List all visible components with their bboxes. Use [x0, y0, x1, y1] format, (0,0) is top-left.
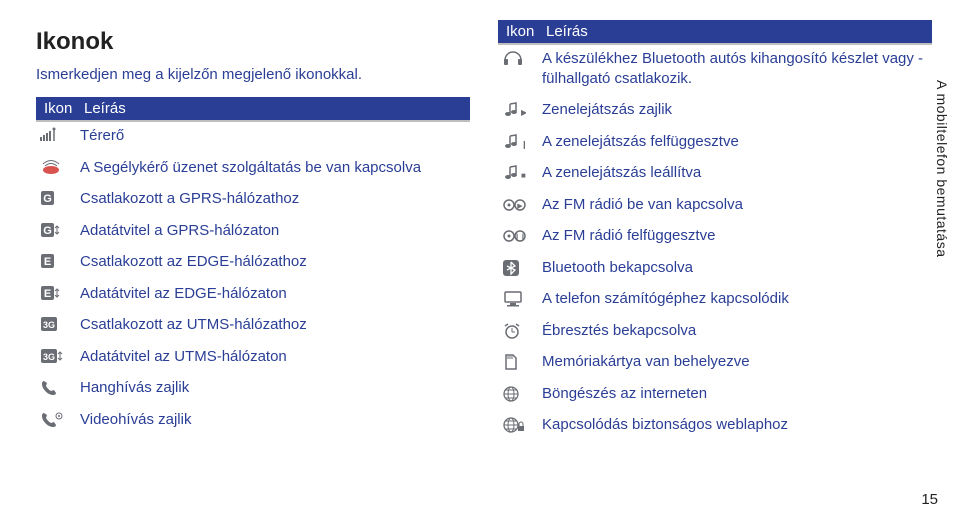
table-row: Memóriakártya van behelyezve: [498, 346, 932, 378]
G-icon: G: [40, 189, 80, 206]
alarm-icon: [502, 321, 542, 340]
call-icon: [40, 378, 80, 397]
row-description: Zenelejátszás zajlik: [542, 100, 928, 120]
svg-text:❙❙: ❙❙: [514, 233, 526, 241]
row-description: Az FM rádió be van kapcsolva: [542, 195, 928, 215]
row-description: Ébresztés bekapcsolva: [542, 321, 928, 341]
table-header-right: Ikon Leírás: [498, 20, 932, 43]
table-row: E Adatátvitel az EDGE-hálózaton: [36, 278, 470, 310]
table-row: Videohívás zajlik: [36, 404, 470, 436]
row-description: Térerő: [80, 126, 466, 146]
table-row: G Adatátvitel a GPRS-hálózaton: [36, 215, 470, 247]
intro-text: Ismerkedjen meg a kijelzőn megjelenő iko…: [36, 66, 470, 83]
mstop-icon: ■: [502, 163, 542, 182]
fmp-icon: ❙❙: [502, 226, 542, 245]
table-row: A Segélykérő üzenet szolgáltatás be van …: [36, 152, 470, 184]
svg-text:■: ■: [521, 171, 526, 180]
svg-text:G: G: [43, 193, 52, 205]
row-description: A zenelejátszás leállítva: [542, 163, 928, 183]
mpause-icon: ❙❙: [502, 132, 542, 151]
row-description: Hanghívás zajlik: [80, 378, 466, 398]
row-description: Böngészés az interneten: [542, 384, 928, 404]
row-description: A Segélykérő üzenet szolgáltatás be van …: [80, 158, 466, 178]
table-row: Bluetooth bekapcsolva: [498, 252, 932, 284]
table-row: 3G Adatátvitel az UTMS-hálózaton: [36, 341, 470, 373]
signal-icon: [40, 126, 80, 143]
header-icon: Ikon: [506, 23, 546, 40]
table-row: G Csatlakozott a GPRS-hálózathoz: [36, 183, 470, 215]
table-row: E Csatlakozott az EDGE-hálózathoz: [36, 246, 470, 278]
svg-text:▶: ▶: [517, 203, 523, 210]
globe-icon: [502, 384, 542, 403]
row-description: Csatlakozott az UTMS-hálózathoz: [80, 315, 466, 335]
header-icon: Ikon: [44, 100, 84, 117]
table-row: Ébresztés bekapcsolva: [498, 315, 932, 347]
side-label: A mobiltelefon bemutatása: [934, 80, 950, 258]
table-row: ❙❙ Az FM rádió felfüggesztve: [498, 220, 932, 252]
Gtx-icon: G: [40, 221, 80, 238]
3G-icon: 3G: [40, 315, 80, 332]
table-row: A telefon számítógéphez kapcsolódik: [498, 283, 932, 315]
table-row: ▶ Zenelejátszás zajlik: [498, 94, 932, 126]
header-desc: Leírás: [546, 23, 924, 40]
table-row: 3G Csatlakozott az UTMS-hálózathoz: [36, 309, 470, 341]
svg-text:E: E: [44, 256, 51, 268]
left-column: Ikonok Ismerkedjen meg a kijelzőn megjel…: [36, 20, 470, 441]
row-description: Az FM rádió felfüggesztve: [542, 226, 928, 246]
row-description: Memóriakártya van behelyezve: [542, 352, 928, 372]
table-row: Kapcsolódás biztonságos weblaphoz: [498, 409, 932, 441]
vcall-icon: [40, 410, 80, 429]
row-description: Bluetooth bekapcsolva: [542, 258, 928, 278]
svg-text:E: E: [44, 288, 51, 300]
table-row: A készülékhez Bluetooth autós kihangosít…: [498, 43, 932, 94]
row-description: Adatátvitel a GPRS-hálózaton: [80, 221, 466, 241]
row-description: A készülékhez Bluetooth autós kihangosít…: [542, 49, 928, 88]
table-header-left: Ikon Leírás: [36, 97, 470, 120]
table-row: ▶ Az FM rádió be van kapcsolva: [498, 189, 932, 221]
svg-text:▶: ▶: [521, 108, 526, 117]
table-row: ■ A zenelejátszás leállítva: [498, 157, 932, 189]
row-description: Videohívás zajlik: [80, 410, 466, 430]
Etx-icon: E: [40, 284, 80, 301]
sos-icon: [40, 158, 80, 175]
svg-text:3G: 3G: [43, 320, 55, 330]
bt-icon: [502, 258, 542, 277]
3Gtx-icon: 3G: [40, 347, 80, 364]
E-icon: E: [40, 252, 80, 269]
table-row: Hanghívás zajlik: [36, 372, 470, 404]
svg-text:❙❙: ❙❙: [521, 140, 526, 149]
row-description: Adatátvitel az UTMS-hálózaton: [80, 347, 466, 367]
row-description: Csatlakozott az EDGE-hálózathoz: [80, 252, 466, 272]
row-description: A zenelejátszás felfüggesztve: [542, 132, 928, 152]
right-column: Ikon Leírás A készülékhez Bluetooth autó…: [498, 20, 932, 441]
row-description: Adatátvitel az EDGE-hálózaton: [80, 284, 466, 304]
table-row: ❙❙ A zenelejátszás felfüggesztve: [498, 126, 932, 158]
row-description: A telefon számítógéphez kapcsolódik: [542, 289, 928, 309]
pc-icon: [502, 289, 542, 308]
table-row: Böngészés az interneten: [498, 378, 932, 410]
table-row: Térerő: [36, 120, 470, 152]
fm-icon: ▶: [502, 195, 542, 214]
globes-icon: [502, 415, 542, 434]
bthead-icon: [502, 49, 542, 68]
header-desc: Leírás: [84, 100, 462, 117]
page-number: 15: [921, 491, 938, 508]
svg-text:3G: 3G: [43, 352, 55, 362]
page-title: Ikonok: [36, 28, 470, 56]
music-icon: ▶: [502, 100, 542, 119]
sd-icon: [502, 352, 542, 371]
row-description: Csatlakozott a GPRS-hálózathoz: [80, 189, 466, 209]
row-description: Kapcsolódás biztonságos weblaphoz: [542, 415, 928, 435]
svg-text:G: G: [43, 225, 52, 237]
